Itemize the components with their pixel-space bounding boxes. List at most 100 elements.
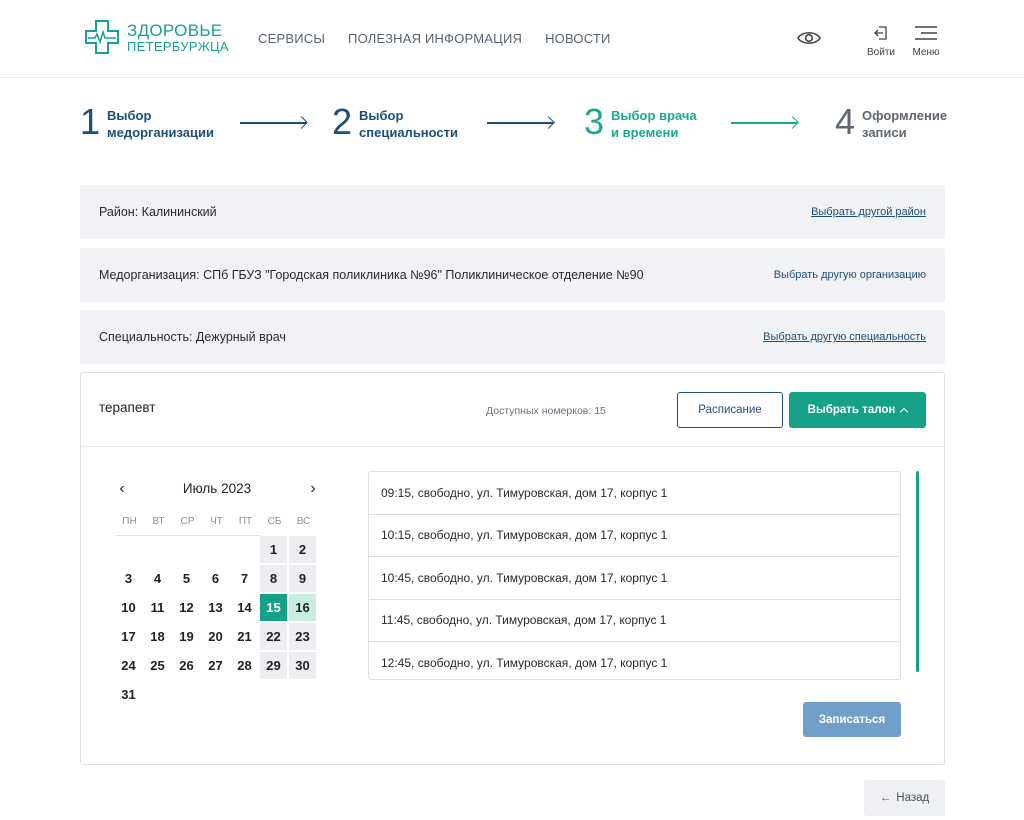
calendar-weekdays: ПН ВТ СР ЧТ ПТ СБ ВС <box>115 516 318 527</box>
calendar-day[interactable]: 25 <box>144 652 171 679</box>
arrow-left-icon: ← <box>879 792 892 804</box>
calendar-day[interactable]: 31 <box>115 681 142 708</box>
nav-news[interactable]: НОВОСТИ <box>545 31 611 46</box>
chevron-up-icon <box>900 407 909 416</box>
doctor-panel-header: терапевт Доступных номерков: 15 Расписан… <box>81 373 944 447</box>
login-button[interactable]: Войти <box>864 24 898 58</box>
back-label: Назад <box>896 792 930 804</box>
district-label: Район: Калининский <box>99 205 217 219</box>
weekday-label: ПН <box>122 516 137 527</box>
calendar-day[interactable]: 19 <box>173 623 200 650</box>
time-slot-item[interactable]: 11:45, свободно, ул. Тимуровская, дом 17… <box>369 600 900 642</box>
change-specialty-link[interactable]: Выбрать другую специальность <box>763 331 926 343</box>
logo-title: ЗДОРОВЬЕ <box>127 20 223 40</box>
change-org-link[interactable]: Выбрать другую организацию <box>774 269 926 281</box>
logo[interactable]: ЗДОРОВЬЕ ПЕТЕРБУРЖЦА <box>84 19 229 55</box>
step-number: 1 <box>80 101 101 142</box>
step-3: 3 Выбор врача и времени <box>584 104 697 141</box>
calendar-day[interactable]: 2 <box>289 536 316 563</box>
calendar-day[interactable]: 6 <box>202 565 229 592</box>
step-subtitle: записи <box>862 125 907 140</box>
calendar-day[interactable]: 29 <box>260 652 287 679</box>
site-header: ЗДОРОВЬЕ ПЕТЕРБУРЖЦА СЕРВИСЫ ПОЛЕЗНАЯ ИН… <box>0 0 1024 78</box>
calendar-day[interactable]: 15 <box>260 594 287 621</box>
calendar-divider <box>115 535 261 536</box>
arrow-right-icon <box>487 122 553 124</box>
doctor-name: терапевт <box>99 400 156 415</box>
calendar-day[interactable]: 1 <box>260 536 287 563</box>
calendar-day[interactable]: 26 <box>173 652 200 679</box>
calendar-day[interactable]: 21 <box>231 623 258 650</box>
pick-ticket-button[interactable]: Выбрать талон <box>789 392 926 428</box>
org-bar: Медорганизация: СПб ГБУЗ "Городская поли… <box>80 248 945 302</box>
back-button[interactable]: ← Назад <box>864 780 945 816</box>
calendar-day[interactable]: 9 <box>289 565 316 592</box>
step-number: 4 <box>835 101 856 142</box>
weekday-label: СР <box>180 516 195 527</box>
specialty-label: Специальность: Дежурный врач <box>99 330 286 344</box>
time-slot-item[interactable]: 10:15, свободно, ул. Тимуровская, дом 17… <box>369 515 900 557</box>
calendar-day[interactable]: 12 <box>173 594 200 621</box>
calendar-day[interactable]: 10 <box>115 594 142 621</box>
doctor-panel: терапевт Доступных номерков: 15 Расписан… <box>80 372 945 765</box>
calendar-day[interactable]: 8 <box>260 565 287 592</box>
calendar-day[interactable]: 17 <box>115 623 142 650</box>
calendar: ‹ Июль 2023 › ПН ВТ СР ЧТ ПТ СБ ВС 12345… <box>115 478 320 702</box>
calendar-day[interactable]: 18 <box>144 623 171 650</box>
time-slot-item[interactable]: 09:15, свободно, ул. Тимуровская, дом 17… <box>369 472 900 515</box>
nav-services[interactable]: СЕРВИСЫ <box>258 31 325 46</box>
eye-icon[interactable] <box>796 28 822 48</box>
weekday-label: ПТ <box>238 516 253 527</box>
slot-list-scrollbar[interactable] <box>916 471 919 672</box>
weekday-label: СБ <box>267 516 282 527</box>
logo-subtitle: ПЕТЕРБУРЖЦА <box>127 38 229 54</box>
step-title: Выбор <box>107 108 152 123</box>
step-4: 4 Оформление записи <box>835 104 947 141</box>
change-district-link[interactable]: Выбрать другой район <box>811 206 926 218</box>
weekday-label: ВТ <box>152 516 165 527</box>
calendar-day[interactable]: 23 <box>289 623 316 650</box>
main-nav: СЕРВИСЫ ПОЛЕЗНАЯ ИНФОРМАЦИЯ НОВОСТИ <box>258 31 611 46</box>
calendar-day[interactable]: 7 <box>231 565 258 592</box>
menu-button[interactable]: Меню <box>908 24 944 58</box>
step-title: Оформление <box>862 108 948 123</box>
calendar-day[interactable]: 24 <box>115 652 142 679</box>
weekday-label: ЧТ <box>210 516 223 527</box>
time-slot-list: 09:15, свободно, ул. Тимуровская, дом 17… <box>368 471 901 680</box>
calendar-day[interactable]: 4 <box>144 565 171 592</box>
step-number: 3 <box>584 101 605 142</box>
step-2: 2 Выбор специальности <box>332 104 458 141</box>
calendar-next-button[interactable]: › <box>306 480 320 498</box>
step-subtitle: медорганизации <box>107 125 214 140</box>
calendar-month-title: Июль 2023 <box>182 481 252 496</box>
calendar-day[interactable]: 20 <box>202 623 229 650</box>
district-bar: Район: Калининский Выбрать другой район <box>80 185 945 239</box>
calendar-day[interactable]: 16 <box>289 594 316 621</box>
login-icon <box>874 26 887 40</box>
time-slot-item[interactable]: 12:45, свободно, ул. Тимуровская, дом 17… <box>369 642 900 679</box>
schedule-button[interactable]: Расписание <box>677 392 783 428</box>
pick-ticket-label: Выбрать талон <box>807 404 896 416</box>
calendar-day[interactable]: 11 <box>144 594 171 621</box>
calendar-day[interactable]: 27 <box>202 652 229 679</box>
step-subtitle: специальности <box>359 125 459 140</box>
calendar-day[interactable]: 22 <box>260 623 287 650</box>
calendar-day[interactable]: 14 <box>231 594 258 621</box>
time-slot-item[interactable]: 10:45, свободно, ул. Тимуровская, дом 17… <box>369 557 900 600</box>
arrow-right-icon <box>731 122 797 124</box>
submit-appointment-button[interactable]: Записаться <box>803 702 901 737</box>
step-number: 2 <box>332 101 353 142</box>
step-title: Выбор <box>359 108 404 123</box>
calendar-day[interactable]: 3 <box>115 565 142 592</box>
nav-useful-info[interactable]: ПОЛЕЗНАЯ ИНФОРМАЦИЯ <box>348 31 522 46</box>
calendar-day[interactable]: 5 <box>173 565 200 592</box>
arrow-right-icon <box>240 122 306 124</box>
calendar-day[interactable]: 30 <box>289 652 316 679</box>
calendar-day[interactable]: 13 <box>202 594 229 621</box>
step-subtitle: и времени <box>611 125 679 140</box>
available-count: Доступных номерков: 15 <box>486 405 606 417</box>
login-label: Войти <box>867 47 895 58</box>
menu-label: Меню <box>912 47 940 58</box>
calendar-day[interactable]: 28 <box>231 652 258 679</box>
progress-steps: 1 Выбор медорганизации 2 Выбор специальнос… <box>80 104 950 146</box>
